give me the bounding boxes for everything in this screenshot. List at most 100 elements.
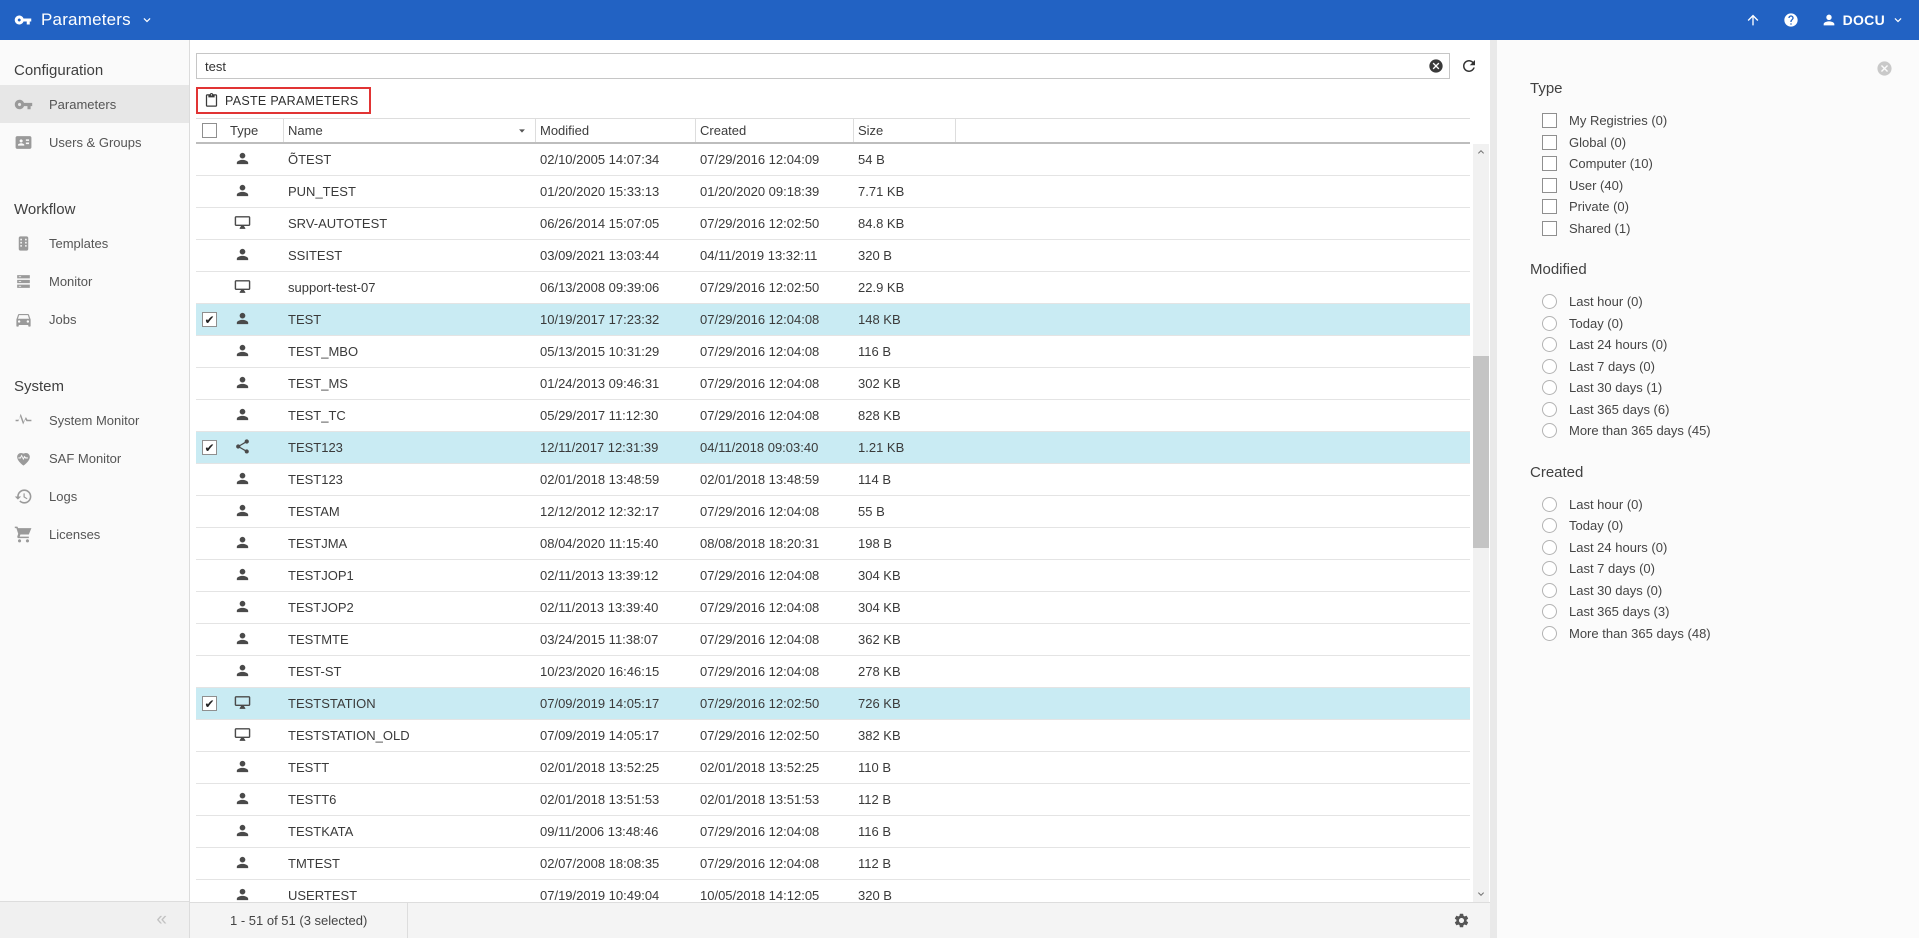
filter-radio[interactable] [1542, 316, 1557, 331]
table-row[interactable]: TEST12302/01/2018 13:48:5902/01/2018 13:… [196, 464, 1470, 496]
upload-icon[interactable] [1745, 12, 1761, 28]
filter-option-last-24-hours-0[interactable]: Last 24 hours (0) [1542, 537, 1919, 559]
sidebar-item-jobs[interactable]: Jobs [0, 300, 189, 338]
filter-checkbox[interactable] [1542, 113, 1557, 128]
filter-option-last-hour-0[interactable]: Last hour (0) [1542, 494, 1919, 516]
row-checkbox[interactable]: ✔ [202, 440, 217, 455]
filter-radio[interactable] [1542, 626, 1557, 641]
table-row[interactable]: ✔TEST10/19/2017 17:23:3207/29/2016 12:04… [196, 304, 1470, 336]
table-row[interactable]: TESTJOP102/11/2013 13:39:1207/29/2016 12… [196, 560, 1470, 592]
table-row[interactable]: TESTKATA09/11/2006 13:48:4607/29/2016 12… [196, 816, 1470, 848]
table-row[interactable]: SSITEST03/09/2021 13:03:4404/11/2019 13:… [196, 240, 1470, 272]
filter-option-my-registries-0[interactable]: My Registries (0) [1542, 110, 1919, 132]
filter-option-global-0[interactable]: Global (0) [1542, 132, 1919, 154]
refresh-icon[interactable] [1460, 57, 1478, 75]
filter-option-user-40[interactable]: User (40) [1542, 175, 1919, 197]
clear-search-icon[interactable] [1428, 58, 1444, 74]
search-input[interactable] [196, 53, 1450, 79]
scroll-up-icon[interactable] [1473, 144, 1489, 160]
table-row[interactable]: TESTT602/01/2018 13:51:5302/01/2018 13:5… [196, 784, 1470, 816]
filter-checkbox[interactable] [1542, 199, 1557, 214]
column-header-created[interactable]: Created [696, 119, 854, 142]
row-checkbox[interactable]: ✔ [202, 312, 217, 327]
filter-option-shared-1[interactable]: Shared (1) [1542, 218, 1919, 240]
table-row[interactable]: TESTT02/01/2018 13:52:2502/01/2018 13:52… [196, 752, 1470, 784]
table-row[interactable]: TEST_MS01/24/2013 09:46:3107/29/2016 12:… [196, 368, 1470, 400]
select-all-checkbox[interactable] [202, 123, 217, 138]
paste-parameters-button[interactable]: PASTE PARAMETERS [196, 87, 371, 114]
filter-radio[interactable] [1542, 583, 1557, 598]
sidebar-item-licenses[interactable]: Licenses [0, 515, 189, 553]
column-header-size[interactable]: Size [854, 119, 956, 142]
table-row[interactable]: ÕTEST02/10/2005 14:07:3407/29/2016 12:04… [196, 144, 1470, 176]
filter-option-last-7-days-0[interactable]: Last 7 days (0) [1542, 356, 1919, 378]
filter-option-last-30-days-1[interactable]: Last 30 days (1) [1542, 377, 1919, 399]
column-header-modified[interactable]: Modified [536, 119, 696, 142]
sidebar-item-logs[interactable]: Logs [0, 477, 189, 515]
filter-radio[interactable] [1542, 359, 1557, 374]
sidebar-item-templates[interactable]: Templates [0, 224, 189, 262]
scrollbar-thumb[interactable] [1473, 356, 1489, 548]
filter-radio[interactable] [1542, 294, 1557, 309]
filter-checkbox[interactable] [1542, 178, 1557, 193]
filter-radio[interactable] [1542, 604, 1557, 619]
collapse-sidebar-icon[interactable]: « [156, 909, 167, 931]
filter-checkbox[interactable] [1542, 156, 1557, 171]
filter-option-today-0[interactable]: Today (0) [1542, 313, 1919, 335]
user-icon [226, 534, 251, 551]
filter-option-last-7-days-0[interactable]: Last 7 days (0) [1542, 558, 1919, 580]
app-title-chevron-down-icon[interactable] [140, 13, 154, 27]
filter-option-last-30-days-0[interactable]: Last 30 days (0) [1542, 580, 1919, 602]
column-header-type[interactable]: Type [226, 119, 284, 142]
filter-option-private-0[interactable]: Private (0) [1542, 196, 1919, 218]
filter-radio[interactable] [1542, 518, 1557, 533]
table-row[interactable]: TESTSTATION_OLD07/09/2019 14:05:1707/29/… [196, 720, 1470, 752]
filter-radio[interactable] [1542, 337, 1557, 352]
table-row[interactable]: TEST-ST10/23/2020 16:46:1507/29/2016 12:… [196, 656, 1470, 688]
filter-checkbox[interactable] [1542, 221, 1557, 236]
scroll-down-icon[interactable] [1473, 886, 1489, 902]
cell-created: 07/29/2016 12:02:50 [696, 696, 854, 711]
column-header-name[interactable]: Name [284, 119, 536, 142]
filter-radio[interactable] [1542, 540, 1557, 555]
help-icon[interactable] [1783, 12, 1799, 28]
user-menu[interactable]: DOCU [1821, 12, 1905, 28]
table-row[interactable]: USERTEST07/19/2019 10:49:0410/05/2018 14… [196, 880, 1470, 902]
sidebar-item-monitor[interactable]: Monitor [0, 262, 189, 300]
table-row[interactable]: TESTAM12/12/2012 12:32:1707/29/2016 12:0… [196, 496, 1470, 528]
table-row[interactable]: TEST_MBO05/13/2015 10:31:2907/29/2016 12… [196, 336, 1470, 368]
filter-radio[interactable] [1542, 402, 1557, 417]
filter-option-last-hour-0[interactable]: Last hour (0) [1542, 291, 1919, 313]
table-row[interactable]: TEST_TC05/29/2017 11:12:3007/29/2016 12:… [196, 400, 1470, 432]
vertical-scrollbar[interactable] [1473, 144, 1489, 902]
filter-option-last-24-hours-0[interactable]: Last 24 hours (0) [1542, 334, 1919, 356]
filter-option-more-than-365-days-48[interactable]: More than 365 days (48) [1542, 623, 1919, 645]
sidebar-item-system-monitor[interactable]: System Monitor [0, 401, 189, 439]
filter-radio[interactable] [1542, 561, 1557, 576]
table-row[interactable]: PUN_TEST01/20/2020 15:33:1301/20/2020 09… [196, 176, 1470, 208]
filter-radio[interactable] [1542, 380, 1557, 395]
table-row[interactable]: TESTJOP202/11/2013 13:39:4007/29/2016 12… [196, 592, 1470, 624]
filter-option-last-365-days-6[interactable]: Last 365 days (6) [1542, 399, 1919, 421]
filter-option-today-0[interactable]: Today (0) [1542, 515, 1919, 537]
cell-created: 02/01/2018 13:51:53 [696, 792, 854, 807]
sidebar-item-users-groups[interactable]: Users & Groups [0, 123, 189, 161]
table-row[interactable]: TMTEST02/07/2008 18:08:3507/29/2016 12:0… [196, 848, 1470, 880]
table-row[interactable]: TESTJMA08/04/2020 11:15:4008/08/2018 18:… [196, 528, 1470, 560]
table-row[interactable]: support-test-0706/13/2008 09:39:0607/29/… [196, 272, 1470, 304]
sidebar-item-parameters[interactable]: Parameters [0, 85, 189, 123]
filter-option-last-365-days-3[interactable]: Last 365 days (3) [1542, 601, 1919, 623]
table-row[interactable]: ✔TESTSTATION07/09/2019 14:05:1707/29/201… [196, 688, 1470, 720]
table-row[interactable]: ✔TEST12312/11/2017 12:31:3904/11/2018 09… [196, 432, 1470, 464]
filter-option-computer-10[interactable]: Computer (10) [1542, 153, 1919, 175]
close-filter-panel-icon[interactable] [1876, 60, 1893, 77]
sidebar-item-saf-monitor[interactable]: SAF Monitor [0, 439, 189, 477]
filter-checkbox[interactable] [1542, 135, 1557, 150]
filter-radio[interactable] [1542, 423, 1557, 438]
table-row[interactable]: TESTMTE03/24/2015 11:38:0707/29/2016 12:… [196, 624, 1470, 656]
gear-icon[interactable] [1453, 912, 1470, 929]
row-checkbox[interactable]: ✔ [202, 696, 217, 711]
filter-radio[interactable] [1542, 497, 1557, 512]
table-row[interactable]: SRV-AUTOTEST06/26/2014 15:07:0507/29/201… [196, 208, 1470, 240]
filter-option-more-than-365-days-45[interactable]: More than 365 days (45) [1542, 420, 1919, 442]
